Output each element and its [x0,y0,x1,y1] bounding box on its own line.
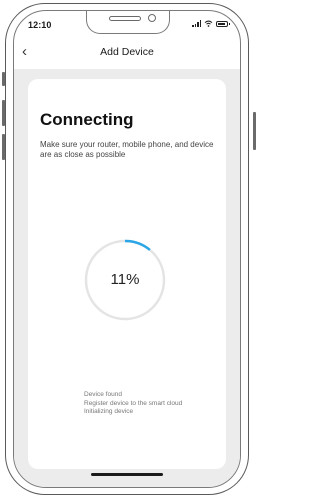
connecting-card: Connecting Make sure your router, mobile… [28,79,226,469]
connection-steps: Device found Register device to the smar… [84,391,182,417]
wifi-icon [204,20,213,27]
connecting-heading: Connecting [40,110,134,129]
front-camera [148,14,156,22]
phone-screen: 12:10 ‹ Add Device Connecting Make sure … [13,10,241,488]
page-title: Add Device [100,46,154,58]
battery-icon [216,20,230,27]
status-time: 12:10 [28,20,52,30]
progress-ring: 11% [83,238,167,322]
step-register-device: Register device to the smart cloud [84,399,183,407]
status-icons [192,20,230,27]
progress-percent: 11% [110,271,140,288]
speaker-grille [109,16,141,21]
power-button [253,112,256,150]
step-device-found: Device found [84,391,122,398]
home-indicator[interactable] [91,473,163,476]
connecting-description: Make sure your router, mobile phone, and… [40,140,214,159]
step-initializing-device: Initializing device [84,408,134,415]
cellular-signal-icon [192,20,201,27]
app-header: ‹ Add Device [14,41,240,67]
phone-notch [86,11,170,34]
